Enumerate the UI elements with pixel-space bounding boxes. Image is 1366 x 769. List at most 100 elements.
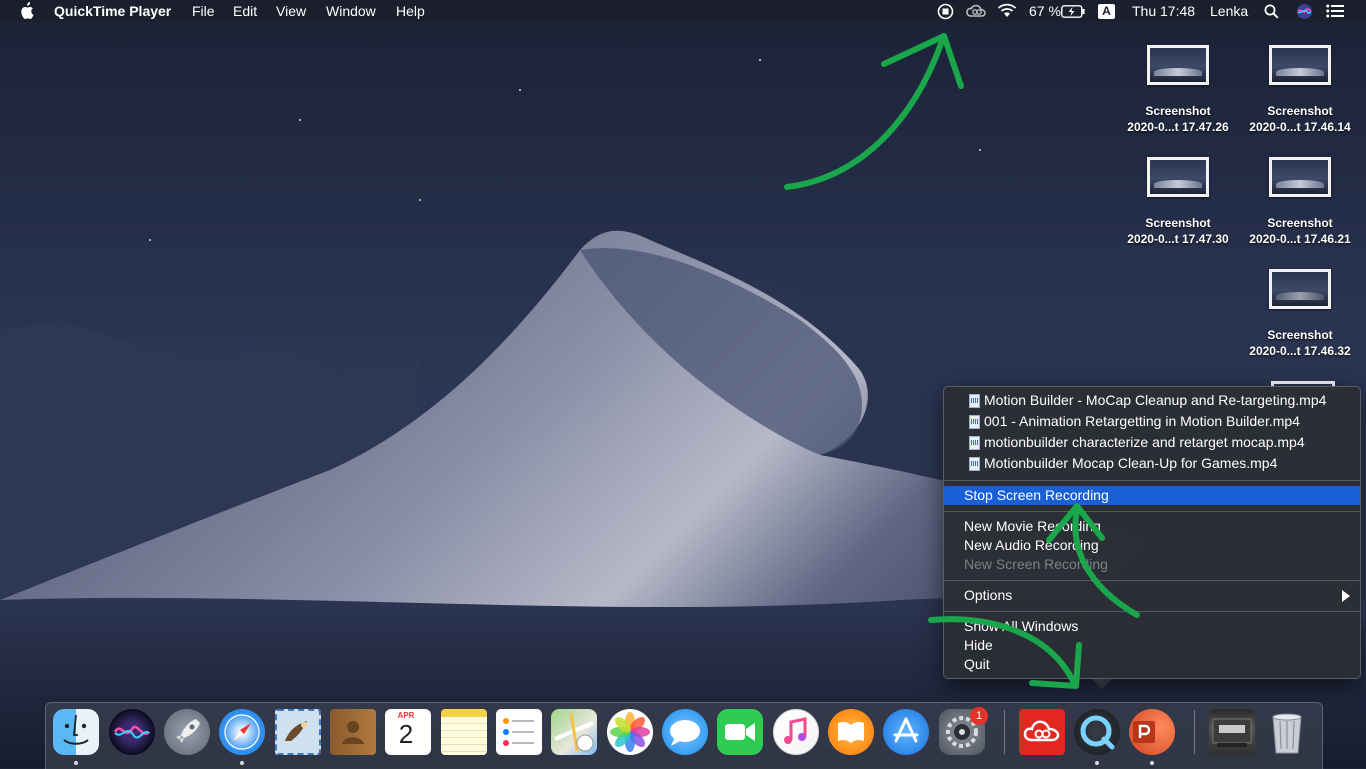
recent-file-label: Motionbuilder Mocap Clean-Up for Games.m… <box>984 455 1278 471</box>
downloads-stack-icon[interactable] <box>1209 709 1255 755</box>
screenshot-thumbnail-icon <box>1269 269 1331 309</box>
video-file-icon <box>969 394 980 408</box>
creative-cloud-icon[interactable] <box>1019 709 1065 755</box>
new-screen-recording-item: New Screen Recording <box>944 555 1360 574</box>
stop-screen-recording-item[interactable]: Stop Screen Recording <box>944 486 1360 505</box>
maps-icon[interactable] <box>551 709 597 755</box>
menu-separator <box>944 580 1360 581</box>
video-file-icon <box>969 436 980 450</box>
hide-item[interactable]: Hide <box>944 636 1360 655</box>
menubar-user[interactable]: Lenka <box>1210 0 1248 22</box>
menu-item-label: Quit <box>964 656 990 672</box>
siri-icon[interactable] <box>109 709 155 755</box>
menu-file[interactable]: File <box>192 0 215 22</box>
facetime-icon[interactable] <box>717 709 763 755</box>
dock-separator <box>1004 710 1005 754</box>
messages-icon[interactable] <box>662 709 708 755</box>
finder-icon[interactable] <box>53 709 99 755</box>
screenshot-thumbnail-icon <box>1269 45 1331 85</box>
recent-file-item[interactable]: 001 - Animation Retargetting in Motion B… <box>944 412 1360 431</box>
menu-edit[interactable]: Edit <box>233 0 257 22</box>
file-name-line1: Screenshot <box>1145 104 1211 118</box>
menu-help[interactable]: Help <box>396 0 425 22</box>
desktop-file-screenshot-3[interactable]: Screenshot 2020-0...t 17.47.30 <box>1117 157 1239 247</box>
stop-recording-icon[interactable] <box>937 0 954 26</box>
calendar-icon[interactable]: APR 2 <box>385 709 431 755</box>
file-name-line2: 2020-0...t 17.47.26 <box>1127 120 1229 134</box>
desktop-file-screenshot-4[interactable]: Screenshot 2020-0...t 17.46.21 <box>1239 157 1361 247</box>
desktop-file-screenshot-5[interactable]: Screenshot 2020-0...t 17.46.32 <box>1239 269 1361 359</box>
quit-item[interactable]: Quit <box>944 655 1360 674</box>
quicktime-icon[interactable] <box>1074 709 1120 755</box>
app-store-icon[interactable] <box>883 709 929 755</box>
notification-badge: 1 <box>970 707 988 725</box>
running-indicator <box>1150 761 1154 765</box>
notification-center-icon[interactable] <box>1326 0 1344 24</box>
launchpad-icon[interactable] <box>164 709 210 755</box>
show-all-windows-item[interactable]: Show All Windows <box>944 617 1360 636</box>
running-indicator <box>1095 761 1099 765</box>
file-name-line1: Screenshot <box>1267 104 1333 118</box>
reminders-icon[interactable] <box>496 709 542 755</box>
file-name-line1: Screenshot <box>1145 216 1211 230</box>
recent-file-item[interactable]: Motion Builder - MoCap Cleanup and Re-ta… <box>944 391 1360 410</box>
menu-item-label: Stop Screen Recording <box>964 487 1109 503</box>
menu-view[interactable]: View <box>276 0 306 22</box>
recent-file-label: Motion Builder - MoCap Cleanup and Re-ta… <box>984 392 1327 408</box>
mail-icon[interactable] <box>275 709 321 755</box>
new-movie-recording-item[interactable]: New Movie Recording <box>944 517 1360 536</box>
calendar-day: 2 <box>398 719 414 749</box>
menu-item-label: New Screen Recording <box>964 556 1108 572</box>
photos-icon[interactable] <box>607 709 653 755</box>
battery-percentage[interactable]: 67 % <box>1029 0 1061 22</box>
apple-menu-icon[interactable] <box>19 0 34 25</box>
spotlight-search-icon[interactable] <box>1264 0 1279 25</box>
menu-item-label: New Movie Recording <box>964 518 1101 534</box>
screenshot-thumbnail-icon <box>1269 157 1331 197</box>
menu-item-label: New Audio Recording <box>964 537 1099 553</box>
file-name-line1: Screenshot <box>1267 328 1333 342</box>
contacts-icon[interactable] <box>330 709 376 755</box>
file-name-line2: 2020-0...t 17.46.21 <box>1249 232 1351 246</box>
powerpoint-icon[interactable] <box>1129 709 1175 755</box>
file-name-line2: 2020-0...t 17.46.14 <box>1249 120 1351 134</box>
wifi-icon[interactable] <box>997 0 1017 24</box>
file-name-line2: 2020-0...t 17.46.32 <box>1249 344 1351 358</box>
menubar-clock[interactable]: Thu 17:48 <box>1132 0 1195 22</box>
books-icon[interactable] <box>828 709 874 755</box>
quicktime-dock-menu: Motion Builder - MoCap Cleanup and Re-ta… <box>943 386 1361 689</box>
screenshot-thumbnail-icon <box>1147 157 1209 197</box>
input-source-indicator[interactable]: A <box>1098 4 1115 19</box>
recent-file-label: 001 - Animation Retargetting in Motion B… <box>984 413 1300 429</box>
safari-icon[interactable] <box>219 709 265 755</box>
menu-item-label: Options <box>964 587 1013 603</box>
screenshot-thumbnail-icon <box>1147 45 1209 85</box>
dock-separator <box>1194 710 1195 754</box>
menu-bar: QuickTime Player File Edit View Window H… <box>0 0 1366 22</box>
video-file-icon <box>969 457 980 471</box>
options-submenu-item[interactable]: Options <box>944 586 1360 605</box>
running-indicator <box>74 761 78 765</box>
app-menu-quicktime[interactable]: QuickTime Player <box>54 0 171 22</box>
file-name-line1: Screenshot <box>1267 216 1333 230</box>
menu-separator <box>944 611 1360 612</box>
submenu-arrow-icon <box>1342 590 1350 602</box>
menu-separator <box>944 480 1360 481</box>
itunes-icon[interactable] <box>773 709 819 755</box>
recent-file-item[interactable]: Motionbuilder Mocap Clean-Up for Games.m… <box>944 454 1360 473</box>
recent-file-label: motionbuilder characterize and retarget … <box>984 434 1305 450</box>
notes-icon[interactable] <box>441 709 487 755</box>
video-file-icon <box>969 415 980 429</box>
desktop-file-screenshot-2[interactable]: Screenshot 2020-0...t 17.46.14 <box>1239 45 1361 135</box>
menu-window[interactable]: Window <box>326 0 376 22</box>
new-audio-recording-item[interactable]: New Audio Recording <box>944 536 1360 555</box>
menu-separator <box>944 511 1360 512</box>
desktop-file-screenshot-1[interactable]: Screenshot 2020-0...t 17.47.26 <box>1117 45 1239 135</box>
battery-icon[interactable] <box>1061 0 1085 24</box>
recent-file-item[interactable]: motionbuilder characterize and retarget … <box>944 433 1360 452</box>
menu-item-label: Show All Windows <box>964 618 1079 634</box>
menu-item-label: Hide <box>964 637 993 653</box>
siri-menu-icon[interactable] <box>1296 0 1313 26</box>
creative-cloud-menu-icon[interactable] <box>966 0 986 24</box>
trash-icon[interactable] <box>1264 709 1310 755</box>
